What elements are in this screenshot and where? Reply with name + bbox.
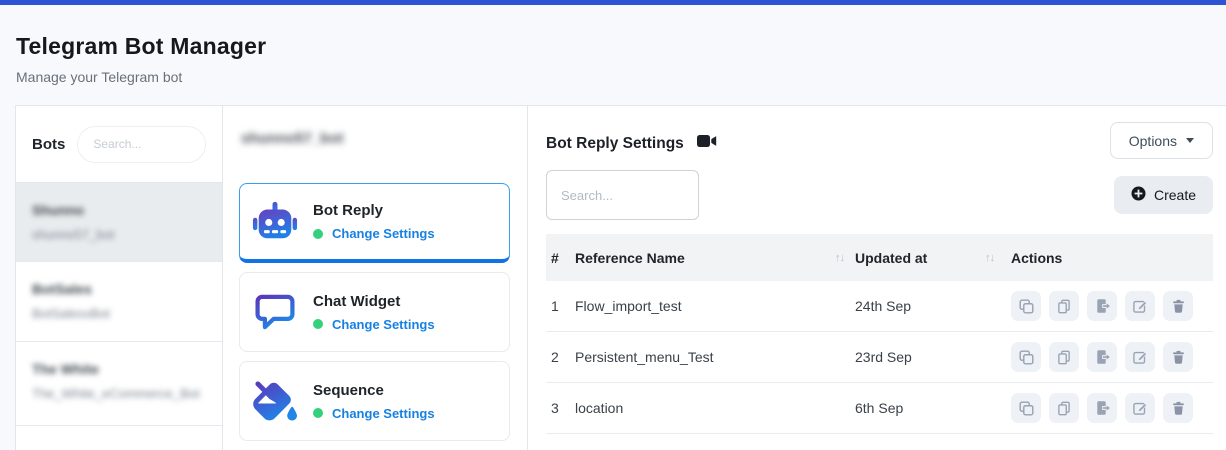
feature-card-chat-widget[interactable]: Chat Widget Change Settings xyxy=(239,272,510,352)
selected-bot-title-blurred: shunno57_bot xyxy=(241,130,510,147)
bots-panel-header: Bots xyxy=(16,106,222,183)
row-reference-name: Flow_import_test xyxy=(575,298,835,314)
settings-panel-title: Bot Reply Settings xyxy=(546,135,684,153)
card-title: Chat Widget xyxy=(313,293,435,310)
bot-detail-panel: shunno57_bot xyxy=(223,106,528,450)
bots-search-input[interactable] xyxy=(77,126,206,163)
chat-bubble-icon xyxy=(252,289,298,335)
copy-icon[interactable] xyxy=(1049,291,1079,321)
table-row: 1 Flow_import_test 24th Sep xyxy=(546,281,1213,332)
clone-icon[interactable] xyxy=(1011,342,1041,372)
plus-circle-icon xyxy=(1131,186,1146,204)
bot-list-item[interactable]: The White The_White_eCommerce_Bot xyxy=(16,342,222,426)
export-icon[interactable] xyxy=(1087,291,1117,321)
bot-username-blurred: The_White_eCommerce_Bot xyxy=(32,386,206,401)
row-reference-name: Persistent_menu_Test xyxy=(575,349,835,365)
bot-name-blurred: Shunno xyxy=(32,202,206,218)
bot-list-item[interactable]: BotSales BotSalesxBot xyxy=(16,262,222,342)
edit-icon[interactable] xyxy=(1125,291,1155,321)
table-row: 3 location 6th Sep xyxy=(546,383,1213,434)
col-num: # xyxy=(551,250,575,266)
replies-table: # Reference Name ↑↓ Updated at ↑↓ Action… xyxy=(546,234,1213,434)
page-header: Telegram Bot Manager Manage your Telegra… xyxy=(0,5,1226,105)
sort-icon[interactable]: ↑↓ xyxy=(835,252,855,264)
delete-icon[interactable] xyxy=(1163,393,1193,423)
col-updated-at[interactable]: Updated at xyxy=(855,250,985,266)
create-button[interactable]: Create xyxy=(1114,176,1213,214)
card-title: Sequence xyxy=(313,382,435,399)
bot-name-blurred: BotSales xyxy=(32,281,206,297)
bot-name-blurred: The White xyxy=(32,361,206,377)
replies-search-input[interactable] xyxy=(546,170,699,220)
status-dot xyxy=(313,319,323,329)
delete-icon[interactable] xyxy=(1163,291,1193,321)
status-dot xyxy=(313,408,323,418)
table-header-row: # Reference Name ↑↓ Updated at ↑↓ Action… xyxy=(546,234,1213,281)
feature-card-sequence[interactable]: Sequence Change Settings xyxy=(239,361,510,441)
edit-icon[interactable] xyxy=(1125,342,1155,372)
card-title: Bot Reply xyxy=(313,202,435,219)
change-settings-link[interactable]: Change Settings xyxy=(332,406,435,421)
col-actions: Actions xyxy=(1011,250,1213,266)
row-reference-name: location xyxy=(575,400,835,416)
paint-fill-icon xyxy=(252,378,298,424)
feature-card-bot-reply[interactable]: Bot Reply Change Settings xyxy=(239,183,510,263)
bot-list-item[interactable]: Shunno shunno57_bot xyxy=(16,183,222,262)
bot-list-item-partial[interactable] xyxy=(16,426,222,446)
robot-icon xyxy=(252,199,298,245)
bots-panel-title: Bots xyxy=(32,136,65,153)
status-dot xyxy=(313,229,323,239)
change-settings-link[interactable]: Change Settings xyxy=(332,226,435,241)
copy-icon[interactable] xyxy=(1049,393,1079,423)
bot-reply-settings-panel: Bot Reply Settings Options xyxy=(528,106,1226,450)
bots-panel: Bots Shunno shunno57_bot BotSales BotSal… xyxy=(16,106,223,450)
change-settings-link[interactable]: Change Settings xyxy=(332,317,435,332)
row-updated-at: 23rd Sep xyxy=(855,349,985,365)
options-button[interactable]: Options xyxy=(1110,122,1213,159)
bot-username-blurred: BotSalesxBot xyxy=(32,306,206,321)
delete-icon[interactable] xyxy=(1163,342,1193,372)
page-subtitle: Manage your Telegram bot xyxy=(16,69,1210,85)
row-updated-at: 24th Sep xyxy=(855,298,985,314)
copy-icon[interactable] xyxy=(1049,342,1079,372)
video-camera-icon[interactable] xyxy=(697,134,717,153)
sort-icon[interactable]: ↑↓ xyxy=(985,252,1011,264)
row-num: 2 xyxy=(551,349,575,365)
clone-icon[interactable] xyxy=(1011,291,1041,321)
row-num: 1 xyxy=(551,298,575,314)
clone-icon[interactable] xyxy=(1011,393,1041,423)
chevron-down-icon xyxy=(1186,138,1194,143)
export-icon[interactable] xyxy=(1087,342,1117,372)
bot-username-blurred: shunno57_bot xyxy=(32,227,206,242)
col-reference-name[interactable]: Reference Name xyxy=(575,250,835,266)
main-card: Bots Shunno shunno57_bot BotSales BotSal… xyxy=(15,105,1226,450)
row-num: 3 xyxy=(551,400,575,416)
page-title: Telegram Bot Manager xyxy=(16,33,1210,60)
edit-icon[interactable] xyxy=(1125,393,1155,423)
export-icon[interactable] xyxy=(1087,393,1117,423)
row-updated-at: 6th Sep xyxy=(855,400,985,416)
table-row: 2 Persistent_menu_Test 23rd Sep xyxy=(546,332,1213,383)
